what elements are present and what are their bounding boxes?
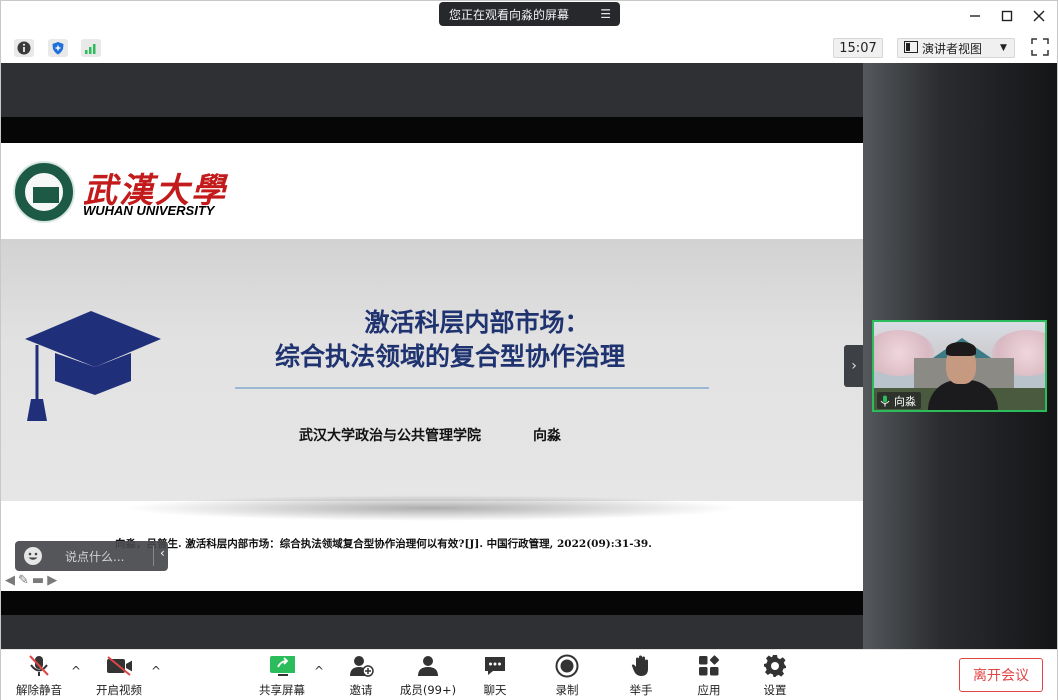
record-button[interactable]: 录制 <box>551 654 583 698</box>
apps-button[interactable]: 应用 <box>693 654 725 698</box>
record-icon <box>554 654 580 678</box>
raise-hand-button[interactable]: 举手 <box>625 654 657 698</box>
apps-label: 应用 <box>697 683 721 697</box>
speaker-view-icon <box>904 40 918 56</box>
mic-muted-icon <box>26 654 52 678</box>
letterbox-top <box>1 117 863 143</box>
apps-icon <box>696 654 722 678</box>
chat-button[interactable]: 聊天 <box>479 654 511 698</box>
gear-icon <box>762 654 788 678</box>
invite-label: 邀请 <box>349 683 373 697</box>
slide-title-line1: 激活科层内部市场： <box>364 308 590 337</box>
chevron-up-icon[interactable]: ^ <box>314 664 324 678</box>
letterbox-bottom <box>1 591 863 615</box>
members-button[interactable]: 成员(99+) <box>397 654 459 698</box>
meeting-info-bar: 15:07 演讲者视图 ▼ <box>1 33 1057 63</box>
share-screen-label: 共享屏幕 <box>259 683 305 697</box>
signal-icon[interactable] <box>81 39 101 57</box>
chat-separator <box>153 546 154 566</box>
invite-button[interactable]: 邀请 <box>343 654 379 698</box>
camera-off-icon <box>106 654 132 678</box>
minimize-icon[interactable] <box>966 7 984 25</box>
settings-button[interactable]: 设置 <box>759 654 791 698</box>
leave-meeting-button[interactable]: 离开会议 <box>959 658 1043 692</box>
presentation-slide: 武漢大學 WUHAN UNIVERSITY 激活科层内部市场： 综合执法领域的复… <box>1 143 863 591</box>
chevron-up-icon[interactable]: ^ <box>151 664 161 678</box>
maximize-icon[interactable] <box>998 7 1016 25</box>
university-seal-logo <box>13 161 75 223</box>
comment-icon[interactable]: ▬ <box>32 573 44 588</box>
slide-affiliation: 武汉大学政治与公共管理学院 <box>299 428 481 444</box>
shield-icon[interactable] <box>48 39 68 57</box>
mic-active-icon <box>880 395 890 406</box>
list-icon[interactable]: ☰ <box>600 7 611 21</box>
participant-name-tag: 向淼 <box>877 392 921 409</box>
view-mode-label: 演讲者视图 <box>922 41 983 56</box>
raise-hand-icon <box>628 654 654 678</box>
raise-hand-label: 举手 <box>629 683 653 697</box>
unmute-button[interactable]: 解除静音 <box>15 654 63 698</box>
fullscreen-icon[interactable] <box>1031 38 1051 58</box>
chat-icon <box>482 654 508 678</box>
arrow-right-icon[interactable]: ▶ <box>47 573 57 588</box>
quick-chat-input[interactable]: 说点什么... ‹ <box>15 541 168 571</box>
slide-author: 向淼 <box>533 428 561 444</box>
members-label: 成员(99+) <box>399 683 457 697</box>
shared-screen-area: 武漢大學 WUHAN UNIVERSITY 激活科层内部市场： 综合执法领域的复… <box>1 63 863 649</box>
band-shadow <box>121 495 741 521</box>
settings-label: 设置 <box>763 683 787 697</box>
members-icon <box>415 654 441 678</box>
emoji-icon[interactable] <box>23 546 43 566</box>
chevron-left-icon[interactable]: ‹ <box>160 546 165 560</box>
title-bar: 您正在观看向淼的屏幕 ☰ <box>1 1 1057 31</box>
record-label: 录制 <box>555 683 579 697</box>
chevron-down-icon: ▼ <box>1000 43 1007 53</box>
slide-title-line2: 综合执法领域的复合型协作治理 <box>274 342 625 371</box>
meeting-clock: 15:07 <box>833 38 883 58</box>
university-name-en: WUHAN UNIVERSITY <box>83 203 215 218</box>
chevron-up-icon[interactable]: ^ <box>71 664 81 678</box>
unmute-label: 解除静音 <box>16 683 62 697</box>
add-user-icon <box>348 654 374 678</box>
collapse-panel-toggle[interactable]: › <box>844 345 864 387</box>
share-screen-icon <box>269 654 295 678</box>
viewing-screen-banner[interactable]: 您正在观看向淼的屏幕 ☰ <box>439 2 620 26</box>
meeting-toolbar: 解除静音 ^ 开启视频 ^ 共享屏幕 ^ 邀请 成员(99+) 聊天 录制 举手… <box>1 649 1057 700</box>
video-person-hair <box>946 342 976 356</box>
info-icon[interactable] <box>14 39 34 57</box>
share-screen-button[interactable]: 共享屏幕 <box>257 654 307 698</box>
chat-label: 聊天 <box>483 683 507 697</box>
annotation-tools: ◀ ✎ ▬ ▶ <box>5 573 57 588</box>
viewing-banner-text: 您正在观看向淼的屏幕 <box>449 7 570 22</box>
slide-citation: 向淼，吕普生. 激活科层内部市场：综合执法领域复合型协作治理何以有效?[J]. … <box>115 538 652 550</box>
close-icon[interactable] <box>1030 7 1048 25</box>
meeting-window: 您正在观看向淼的屏幕 ☰ 15:07 演讲者视图 ▼ 武漢大學 WUHAN UN… <box>0 0 1058 700</box>
arrow-left-icon[interactable]: ◀ <box>5 573 15 588</box>
start-video-button[interactable]: 开启视频 <box>95 654 143 698</box>
chat-placeholder: 说点什么... <box>65 550 125 564</box>
start-video-label: 开启视频 <box>96 683 142 697</box>
participant-name: 向淼 <box>894 394 916 408</box>
pen-icon[interactable]: ✎ <box>18 573 29 588</box>
view-mode-dropdown[interactable]: 演讲者视图 ▼ <box>897 38 1015 58</box>
title-divider <box>235 387 709 389</box>
